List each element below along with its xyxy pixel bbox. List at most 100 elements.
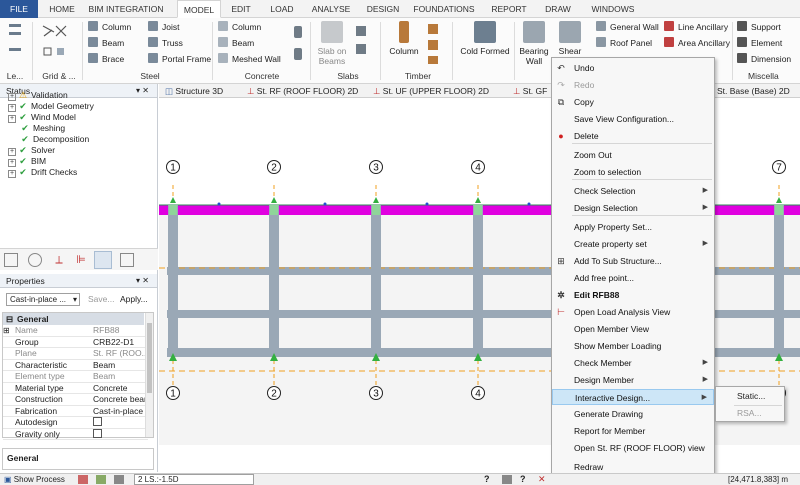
steel-column-button[interactable]: Column xyxy=(88,21,131,34)
menu-item-undo[interactable]: ↶ Undo xyxy=(552,60,714,76)
menu-item-create-property-set[interactable]: Create property set ▶ xyxy=(552,236,714,252)
help-icon[interactable]: ? xyxy=(484,474,490,484)
expand-icon[interactable]: + xyxy=(8,115,16,123)
view-tab-base[interactable]: St. Base (Base) 2D xyxy=(715,84,790,98)
tab-draw[interactable]: DRAW xyxy=(540,0,576,18)
status-item[interactable]: ✔ Decomposition xyxy=(8,134,89,145)
slab-on-beams-button[interactable]: Slab on Beams xyxy=(314,21,350,66)
status-item[interactable]: + ✔ Model Geometry xyxy=(8,101,94,112)
property-value[interactable]: CRB22-D1 xyxy=(91,337,148,349)
view-tab-structure-3d[interactable]: ◫ Structure 3D xyxy=(163,84,223,98)
support-button[interactable]: Support xyxy=(737,21,781,34)
grid-icon[interactable] xyxy=(114,475,124,484)
property-row[interactable]: Material type Concrete xyxy=(3,383,148,395)
steel-beam-button[interactable]: Beam xyxy=(88,37,124,50)
meshed-wall-button[interactable]: Meshed Wall xyxy=(218,53,281,66)
menu-item-generate-drawing[interactable]: Generate Drawing xyxy=(552,406,714,422)
timber-joist-icon[interactable] xyxy=(428,56,438,64)
expand-icon[interactable]: + xyxy=(8,170,16,178)
lock-icon[interactable] xyxy=(94,251,112,269)
menu-item-check-selection[interactable]: Check Selection ▶ xyxy=(552,183,714,199)
status-item[interactable]: ✔ Meshing xyxy=(8,123,65,134)
concrete-extra-icon[interactable] xyxy=(294,26,302,38)
property-value[interactable]: Cast-in-place xyxy=(91,406,148,418)
joist-button[interactable]: Joist xyxy=(148,21,179,34)
general-wall-button[interactable]: General Wall xyxy=(596,21,659,34)
portal-frame-button[interactable]: Portal Frame xyxy=(148,53,211,66)
slab-tool-icon-2[interactable] xyxy=(356,44,366,54)
menu-item-delete[interactable]: ● Delete xyxy=(552,128,714,144)
status-item[interactable]: + ✔ Solver xyxy=(8,145,55,156)
menu-item-add-free-point[interactable]: Add free point... xyxy=(552,270,714,286)
tab-model[interactable]: MODEL xyxy=(177,0,221,18)
menu-item-add-to-sub-structure[interactable]: ⊞ Add To Sub Structure... xyxy=(552,253,714,269)
save-property-set-button[interactable]: Save... xyxy=(88,294,114,304)
question-icon[interactable]: ? xyxy=(520,474,526,484)
property-row[interactable]: Plane St. RF (ROO... xyxy=(3,348,148,360)
roof-panel-button[interactable]: Roof Panel xyxy=(596,37,652,50)
expand-icon[interactable]: + xyxy=(8,159,16,167)
tab-load[interactable]: LOAD xyxy=(266,0,298,18)
concrete-extra-icon-2[interactable] xyxy=(294,48,302,60)
menu-item-interactive-design[interactable]: Interactive Design... ▶ xyxy=(552,389,714,405)
property-row[interactable]: Group CRB22-D1 xyxy=(3,337,148,349)
status-item[interactable]: + ✔ BIM xyxy=(8,156,46,167)
property-value[interactable]: St. RF (ROO... xyxy=(91,348,148,360)
property-value[interactable] xyxy=(91,417,148,429)
menu-item-check-member[interactable]: Check Member ▶ xyxy=(552,355,714,371)
tab-file[interactable]: FILE xyxy=(0,0,38,18)
property-row[interactable]: Autodesign xyxy=(3,417,148,429)
expand-icon[interactable]: + xyxy=(8,93,16,101)
property-value[interactable]: Beam xyxy=(91,360,148,372)
menu-item-open-load-analysis-view[interactable]: ⊢ Open Load Analysis View xyxy=(552,304,714,320)
concrete-beam-button[interactable]: Beam xyxy=(218,37,254,50)
grid-view-icon[interactable] xyxy=(4,253,18,267)
menu-item-edit-rfb88[interactable]: ✲ Edit RFB88 xyxy=(552,287,714,303)
status-item[interactable]: + ✔ Drift Checks xyxy=(8,167,77,178)
tab-design[interactable]: DESIGN xyxy=(362,0,404,18)
steel-brace-button[interactable]: Brace xyxy=(88,53,124,66)
view-tab-upper-floor[interactable]: ⊥ St. UF (UPPER FLOOR) 2D xyxy=(371,84,489,98)
menu-item-copy[interactable]: ⧉ Copy xyxy=(552,94,714,110)
grid-tools-icon[interactable] xyxy=(40,22,70,64)
close-icon[interactable]: ✕ xyxy=(538,474,546,485)
show-process-button[interactable]: ▣ Show Process xyxy=(4,475,65,485)
mail-icon[interactable] xyxy=(78,475,88,484)
property-value[interactable]: Concrete xyxy=(91,383,148,395)
menu-item-save-view-configuration[interactable]: Save View Configuration... xyxy=(552,111,714,127)
property-value[interactable]: Beam xyxy=(91,371,148,383)
property-value[interactable] xyxy=(91,428,148,441)
settings-icon[interactable] xyxy=(502,475,512,484)
property-row[interactable]: Construction Concrete beam xyxy=(3,394,148,406)
scrollbar-thumb[interactable] xyxy=(147,323,152,393)
concrete-column-button[interactable]: Column xyxy=(218,21,261,34)
status-item[interactable]: + ⚠ Validation xyxy=(8,90,68,101)
element-button[interactable]: Element xyxy=(737,37,782,50)
property-row[interactable]: Gravity only xyxy=(3,428,148,441)
property-set-select[interactable]: Cast-in-place ... ▾ xyxy=(6,293,80,306)
slab-tool-icon[interactable] xyxy=(356,26,366,36)
property-value[interactable]: Concrete beam xyxy=(91,394,148,406)
property-row[interactable]: ⊞ Name RFB88 xyxy=(3,325,148,337)
property-row[interactable]: Characteristic Beam xyxy=(3,360,148,372)
status-item[interactable]: + ✔ Wind Model xyxy=(8,112,76,123)
menu-item-report-for-member[interactable]: Report for Member xyxy=(552,423,714,439)
menu-item-design-selection[interactable]: Design Selection ▶ xyxy=(552,200,714,216)
expand-icon[interactable]: ⊞ xyxy=(3,325,10,337)
load-case-select[interactable]: 2 LS.:-1.5D xyxy=(134,474,254,485)
close-icon[interactable]: ▾ ✕ xyxy=(136,274,149,288)
checkbox[interactable] xyxy=(93,417,102,426)
tree-icon[interactable] xyxy=(120,253,134,267)
area-ancillary-button[interactable]: Area Ancillary xyxy=(664,37,730,50)
timber-column-button[interactable]: Column xyxy=(386,21,422,56)
menu-item-redo[interactable]: ↷ Redo xyxy=(552,77,714,93)
menu-item-zoom-to-selection[interactable]: Zoom to selection xyxy=(552,164,714,180)
tab-edit[interactable]: EDIT xyxy=(225,0,257,18)
pin-icon[interactable]: ▾ ✕ xyxy=(136,84,149,98)
static-design-item[interactable]: Static... xyxy=(717,389,783,404)
property-row[interactable]: Fabrication Cast-in-place xyxy=(3,406,148,418)
property-row[interactable]: Element type Beam xyxy=(3,371,148,383)
menu-item-show-member-loading[interactable]: Show Member Loading xyxy=(552,338,714,354)
shear-wall-button[interactable]: Shear xyxy=(554,21,586,56)
cold-formed-button[interactable]: Cold Formed xyxy=(458,21,512,56)
